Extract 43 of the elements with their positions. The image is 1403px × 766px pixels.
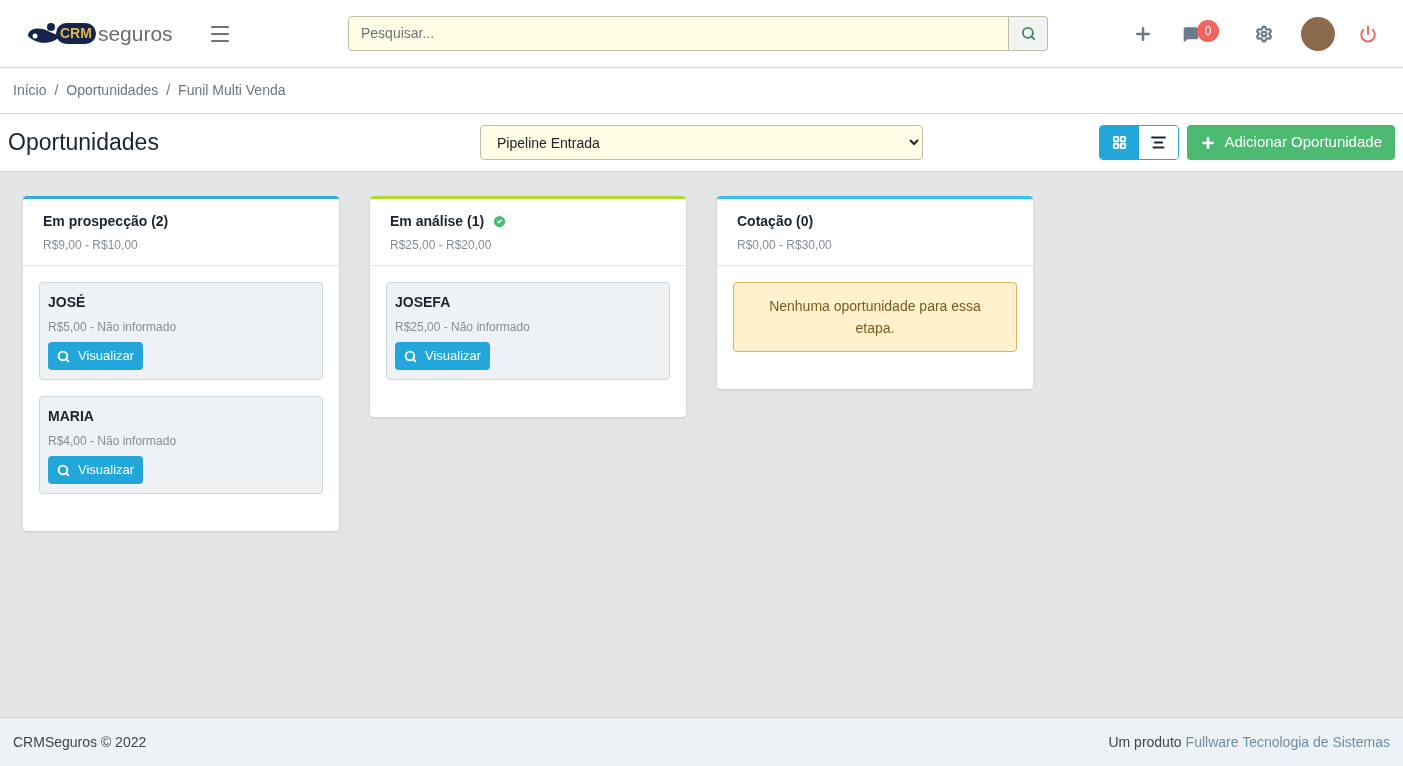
stage-range: R$0,00 - R$30,00 [737,237,833,254]
chat-icon[interactable] [1183,25,1199,42]
view-button[interactable]: Visualizar [48,456,144,484]
search-icon [1020,26,1036,41]
opportunity-detail: R$5,00 - Não informado [48,319,178,336]
plus-icon [1200,134,1217,151]
logo-mark: CRM [56,23,96,44]
add-opportunity-button[interactable]: Adicionar Oportunidade [1187,125,1395,160]
stage-title: Cotação (0) [737,212,814,231]
opportunity-name: MARIA [48,407,95,426]
logo-text: seguros [97,20,173,47]
stage-range: R$25,00 - R$20,00 [390,237,493,254]
search-icon [404,349,417,363]
opportunity-detail: R$25,00 - Não informado [395,319,531,336]
notification-badge: 0 [1197,19,1219,42]
search-field[interactable]: Pesquisar... [348,16,1009,51]
opportunity-name: JOSEFA [395,293,452,312]
empty-alert: Nenhuma oportunidade para essa etapa. [733,282,1017,352]
power-icon[interactable] [1359,24,1377,43]
company-link[interactable]: Fullware Tecnologia de Sistemas [1185,731,1390,753]
breadcrumb-separator: / [54,81,59,100]
view-button[interactable]: Visualizar [48,342,144,370]
breadcrumb-link[interactable]: Oportunidades [66,80,159,101]
search-icon [57,463,70,477]
view-button[interactable]: Visualizar [395,342,491,370]
breadcrumb-separator: / [166,81,171,100]
copyright-text: CRMSeguros © 2022 [13,732,147,752]
stage-title: Em análise (1) [390,212,485,231]
grid-icon [1112,135,1128,150]
page-title: Oportunidades [8,128,160,158]
stage-range: R$9,00 - R$10,00 [43,237,139,254]
search-icon [57,349,70,363]
breadcrumb-link[interactable]: Início [13,80,47,101]
search-button[interactable] [1009,16,1048,51]
stage-title: Em prospecção (2) [43,212,169,231]
opportunity-detail: R$4,00 - Não informado [48,433,178,450]
settings-icon[interactable] [1255,24,1273,43]
list-icon [1150,134,1168,151]
opportunity-name: JOSÉ [48,293,87,312]
pipeline-select[interactable]: Pipeline Entrada [480,125,923,160]
avatar[interactable] [1301,16,1335,51]
breadcrumb-link[interactable]: Funil Multi Venda [178,80,286,101]
footer-text: Um produto [1108,732,1182,752]
